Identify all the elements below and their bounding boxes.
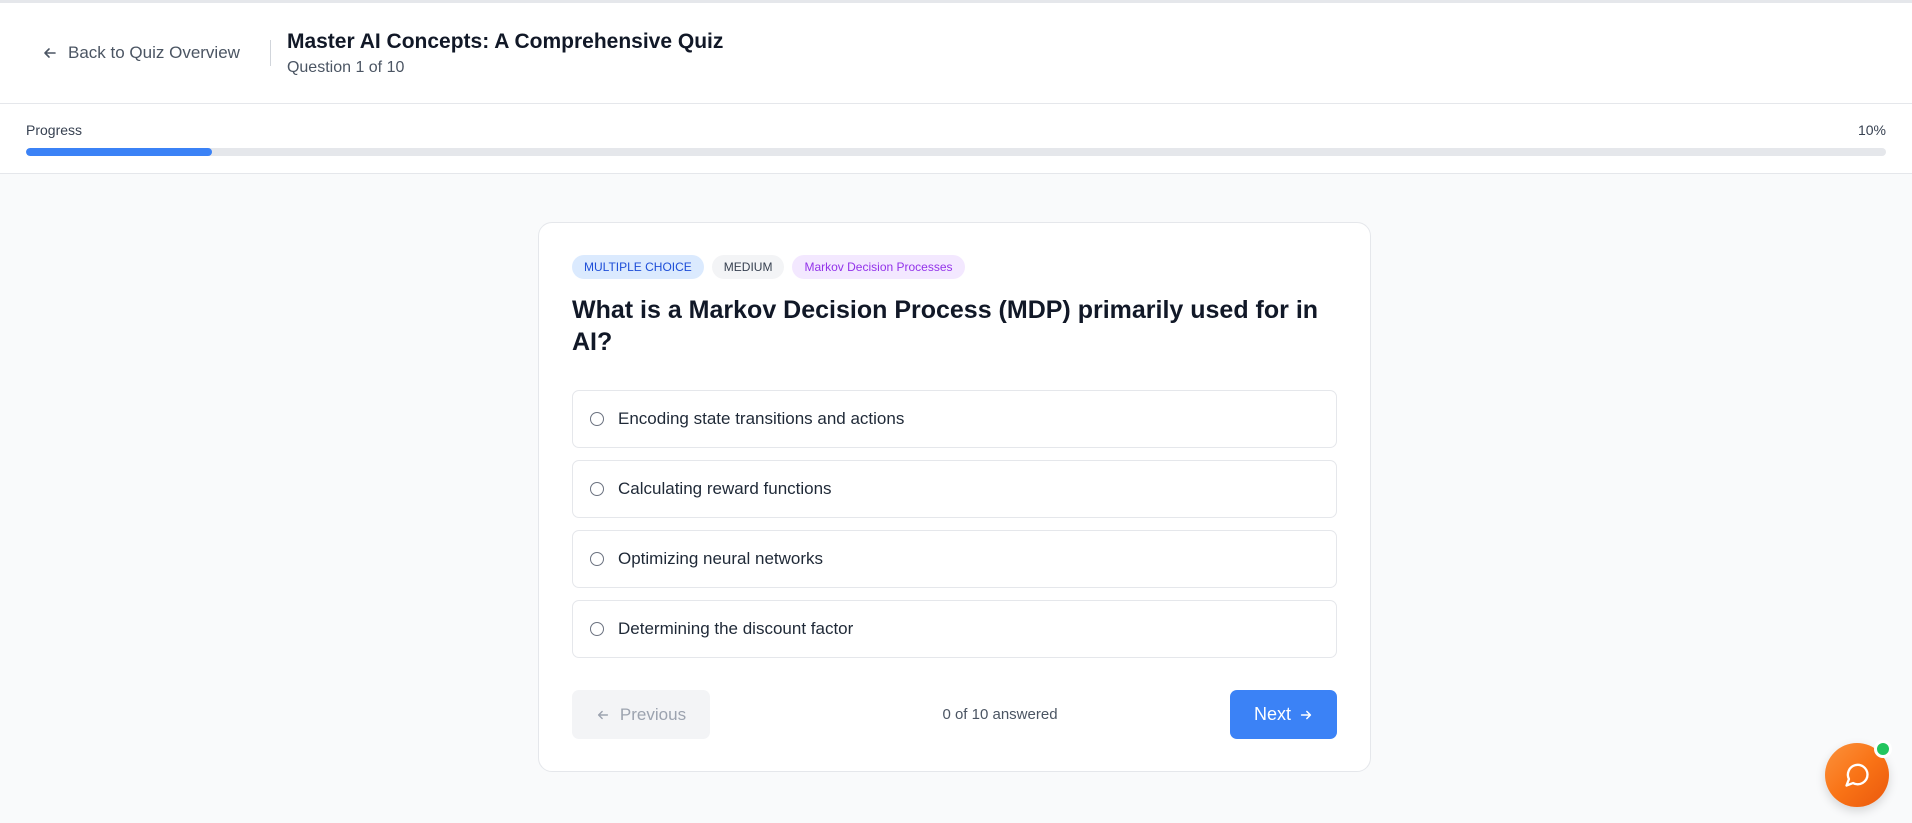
difficulty-badge: MEDIUM [711, 255, 785, 279]
quiz-title: Master AI Concepts: A Comprehensive Quiz [286, 30, 724, 53]
chat-bubble-icon [1845, 763, 1869, 787]
back-to-overview-link[interactable]: Back to Quiz Overview [42, 40, 271, 66]
radio-button[interactable] [590, 482, 604, 496]
quiz-header: Back to Quiz Overview Master AI Concepts… [0, 3, 1912, 104]
radio-button[interactable] [590, 552, 604, 566]
previous-button-label: Previous [619, 704, 687, 724]
progress-bar [26, 148, 1886, 156]
online-status-dot [1874, 740, 1892, 758]
answer-option-4[interactable]: Determining the discount factor [572, 600, 1337, 658]
question-card: MULTIPLE CHOICE MEDIUM Markov Decision P… [538, 222, 1371, 772]
radio-button[interactable] [590, 622, 604, 636]
answer-option-label: Encoding state transitions and actions [618, 409, 905, 428]
answer-options: Encoding state transitions and actions C… [572, 390, 1337, 658]
previous-button[interactable]: Previous [572, 690, 710, 739]
answer-option-label: Determining the discount factor [618, 619, 854, 638]
answer-option-3[interactable]: Optimizing neural networks [572, 530, 1337, 588]
answer-option-label: Calculating reward functions [618, 479, 832, 498]
progress-label: Progress [26, 122, 83, 138]
title-block: Master AI Concepts: A Comprehensive Quiz… [271, 29, 723, 77]
question-counter: Question 1 of 10 [286, 59, 405, 76]
arrow-left-icon [597, 710, 608, 719]
answer-option-label: Optimizing neural networks [618, 549, 824, 568]
question-type-badge: MULTIPLE CHOICE [572, 255, 704, 279]
answered-status: 0 of 10 answered [942, 706, 1058, 723]
arrow-right-icon [1300, 710, 1312, 719]
next-button-label: Next [1253, 704, 1291, 724]
topic-badge: Markov Decision Processes [792, 255, 965, 279]
question-navigation: Previous 0 of 10 answered Next [572, 690, 1337, 739]
question-text: What is a Markov Decision Process (MDP) … [572, 296, 1319, 356]
progress-bar-fill [26, 148, 212, 156]
question-tags: MULTIPLE CHOICE MEDIUM Markov Decision P… [572, 255, 1337, 279]
answer-option-2[interactable]: Calculating reward functions [572, 460, 1337, 518]
next-button[interactable]: Next [1229, 690, 1337, 739]
progress-percent: 10% [1857, 122, 1886, 138]
progress-section: Progress 10% [0, 104, 1912, 174]
back-link-label: Back to Quiz Overview [68, 43, 240, 62]
radio-button[interactable] [590, 412, 604, 426]
arrow-left-icon [44, 48, 56, 58]
answer-option-1[interactable]: Encoding state transitions and actions [572, 390, 1337, 448]
